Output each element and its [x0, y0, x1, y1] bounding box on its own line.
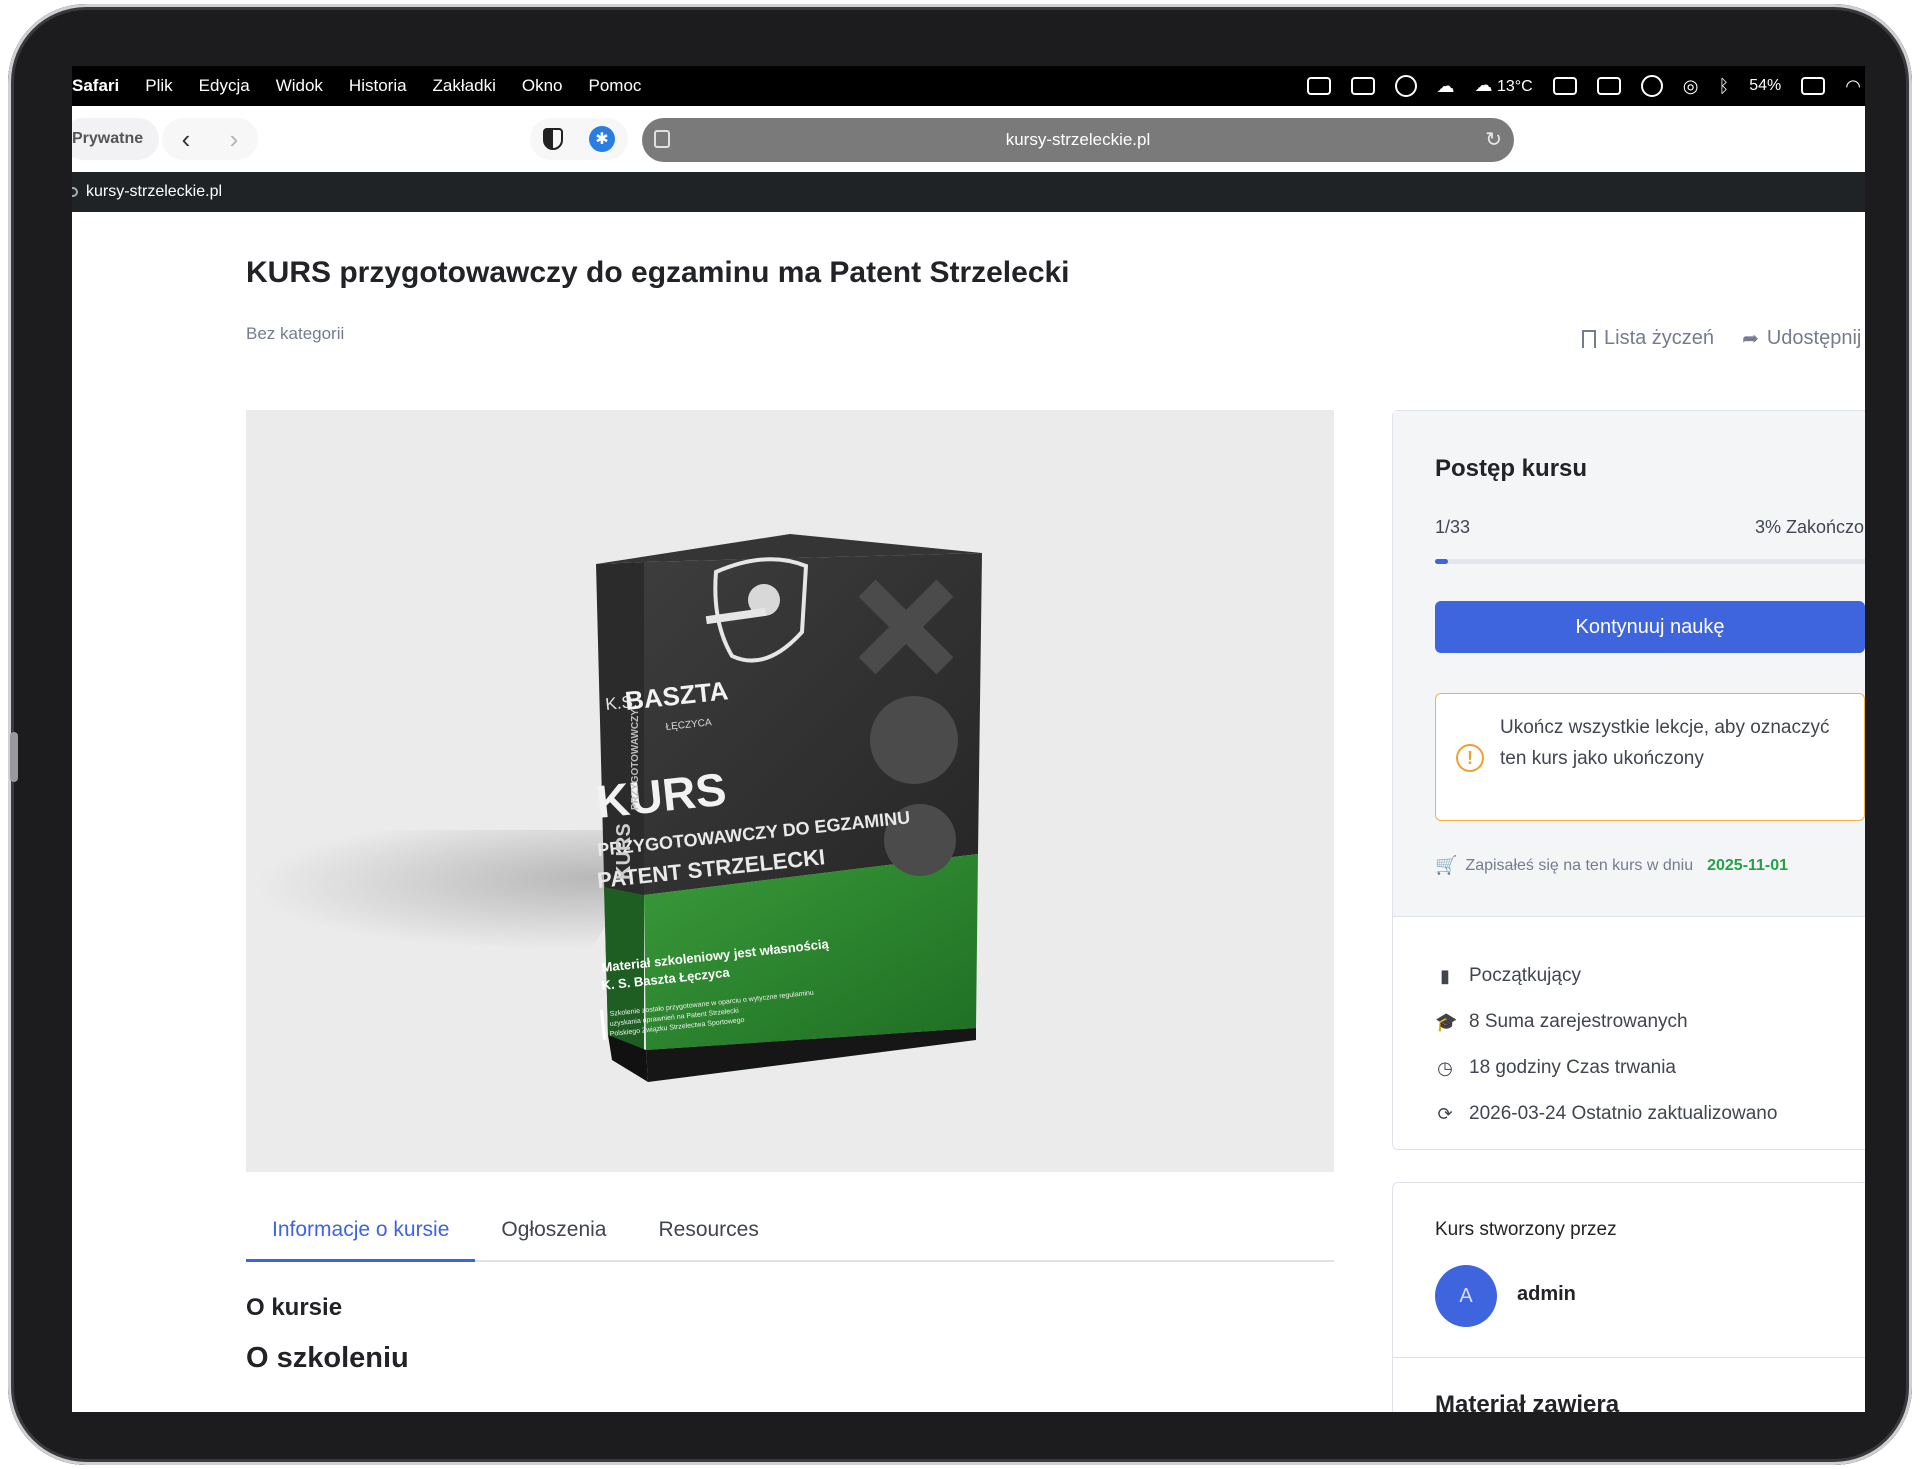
progress-title: Postęp kursu: [1435, 455, 1588, 482]
temperature: 13°C: [1496, 78, 1533, 95]
meta-enrolled-text: 8 Suma zarejestrowanych: [1469, 1011, 1688, 1032]
green-divider: [600, 1009, 607, 1040]
avatar[interactable]: A: [1435, 1265, 1497, 1327]
warning-icon: !: [1456, 744, 1484, 772]
meta-enrolled: 🎓 8 Suma zarejestrowanych: [1435, 999, 1777, 1045]
box-side-title: KURS: [613, 823, 635, 880]
navigation-buttons: ‹ ›: [162, 118, 258, 160]
course-actions: Lista życzeń ➦ Udostępnij: [1582, 326, 1861, 351]
back-icon[interactable]: ‹: [182, 126, 191, 152]
screen-mirror-icon[interactable]: [1306, 77, 1331, 95]
reload-icon[interactable]: ↻: [1485, 127, 1502, 152]
progress-count: 1/33: [1435, 517, 1471, 537]
card-divider: [1393, 1357, 1865, 1358]
download-icon[interactable]: [1552, 77, 1577, 95]
meta-level: ▮ Początkujący: [1435, 953, 1777, 999]
progress-card: Postęp kursu 1/33 3% Zakończone Kontynuu…: [1392, 410, 1865, 1150]
browser-toolbar: Prywatne ‹ › ✱ kursy-strzeleckie.pl ↻: [72, 106, 1865, 172]
menu-okno[interactable]: Okno: [522, 76, 563, 96]
wishlist-label: Lista życzeń: [1604, 327, 1715, 349]
meta-updated-text: 2026-03-24 Ostatnio zaktualizowano: [1469, 1103, 1778, 1124]
private-mode-button[interactable]: Prywatne: [72, 118, 160, 160]
status-area: ☁ ☁ 13°C ◎ ᛒ 54% ◠: [1306, 66, 1865, 106]
airdrop-icon[interactable]: ◎: [1683, 77, 1699, 95]
extension-buttons: ✱: [530, 118, 628, 160]
battery-percent: 54%: [1749, 77, 1782, 94]
accessibility-icon[interactable]: ✱: [589, 126, 615, 152]
share-icon: ➦: [1742, 328, 1759, 350]
share-button[interactable]: ➦ Udostępnij: [1742, 326, 1861, 351]
tab-title[interactable]: kursy-strzeleckie.pl: [86, 183, 222, 201]
menu-widok[interactable]: Widok: [276, 76, 323, 96]
window-icon[interactable]: [1596, 77, 1621, 95]
menu-plik[interactable]: Plik: [145, 76, 172, 96]
bookmark-icon: [1582, 329, 1596, 348]
progress-section: Postęp kursu 1/33 3% Zakończone Kontynuu…: [1393, 411, 1865, 917]
author-name[interactable]: admin: [1517, 1283, 1576, 1306]
cloud-sync-icon[interactable]: ☁: [1437, 77, 1455, 95]
clock-icon: ◷: [1437, 1057, 1453, 1078]
refresh-icon: ⟳: [1437, 1103, 1453, 1124]
about-heading: O kursie: [246, 1294, 343, 1321]
weather-widget[interactable]: ☁ 13°C: [1475, 76, 1533, 96]
course-tabs: Informacje o kursie Ogłoszenia Resources: [246, 1208, 1334, 1262]
screen: Safari Plik Edycja Widok Historia Zakład…: [72, 66, 1865, 1412]
course-title: KURS przygotowawczy do egzaminu ma Paten…: [246, 256, 1070, 289]
enrollment-info: 🛒 Zapisałeś się na ten kurs w dniu 2025-…: [1435, 855, 1788, 876]
tab-bar: kursy-strzeleckie.pl: [72, 172, 1865, 212]
continue-learning-button[interactable]: Kontynuuj naukę: [1435, 601, 1865, 653]
notice-text: Ukończ wszystkie lekcje, aby oznaczyć te…: [1500, 717, 1830, 769]
share-label: Udostępnij: [1766, 327, 1862, 349]
page-content: KURS przygotowawczy do egzaminu ma Paten…: [72, 212, 1865, 1412]
remote-desktop-icon[interactable]: [1350, 77, 1375, 95]
privacy-shield-icon[interactable]: [543, 128, 563, 150]
author-card: Kurs stworzony przez A admin Materiał za…: [1392, 1182, 1865, 1412]
graduation-cap-icon: 🎓: [1435, 1011, 1458, 1032]
meta-duration-text: 18 godziny Czas trwania: [1469, 1057, 1676, 1078]
box-side-sub: PRZYGOTOWAWCZY: [630, 709, 641, 810]
battery-icon[interactable]: [1801, 77, 1826, 95]
training-heading: O szkoleniu: [246, 1342, 409, 1374]
meta-level-text: Początkujący: [1469, 965, 1581, 986]
menu-safari[interactable]: Safari: [72, 76, 119, 96]
product-box-illustration: K.S. BASZTA ŁĘCZYCA KURS PRZYGOTOWAWCZY …: [594, 534, 982, 1082]
side-button: [10, 732, 18, 782]
wifi-icon[interactable]: ◠: [1845, 77, 1861, 95]
activity-icon[interactable]: [1394, 75, 1417, 97]
menu-edycja[interactable]: Edycja: [199, 76, 250, 96]
meta-duration: ◷ 18 godziny Czas trwania: [1435, 1045, 1777, 1091]
tab-course-info[interactable]: Informacje o kursie: [246, 1208, 476, 1262]
page-menu-icon[interactable]: [654, 130, 670, 148]
tab-announcements[interactable]: Ogłoszenia: [475, 1208, 632, 1262]
cart-icon: 🛒: [1435, 855, 1458, 875]
level-bars-icon: ▮: [1440, 965, 1450, 986]
course-meta: ▮ Początkujący 🎓 8 Suma zarejestrowanych…: [1435, 953, 1777, 1137]
meta-updated: ⟳ 2026-03-24 Ostatnio zaktualizowano: [1435, 1091, 1777, 1137]
play-icon[interactable]: [1640, 75, 1663, 97]
favicon-icon: [72, 187, 78, 197]
progress-bar: [1435, 559, 1865, 564]
progress-bar-fill: [1435, 559, 1449, 564]
bluetooth-icon[interactable]: ᛒ: [1718, 77, 1729, 95]
completion-notice: ! Ukończ wszystkie lekcje, aby oznaczyć …: [1435, 693, 1865, 821]
enrolled-date: 2025-11-01: [1707, 856, 1789, 874]
enrolled-text: Zapisałeś się na ten kurs w dniu: [1465, 856, 1694, 874]
menu-pomoc[interactable]: Pomoc: [589, 76, 642, 96]
menu-bar: Safari Plik Edycja Widok Historia Zakład…: [72, 66, 1865, 106]
tablet-frame: Safari Plik Edycja Widok Historia Zakład…: [8, 4, 1912, 1465]
forward-icon[interactable]: ›: [230, 126, 239, 152]
menu-zakladki[interactable]: Zakładki: [433, 76, 496, 96]
material-heading: Materiał zawiera: [1435, 1391, 1620, 1412]
course-category[interactable]: Bez kategorii: [246, 324, 344, 344]
menu-items: Safari Plik Edycja Widok Historia Zakład…: [72, 76, 667, 96]
url-text: kursy-strzeleckie.pl: [1005, 130, 1151, 149]
cloud-icon: ☁: [1474, 75, 1493, 95]
wishlist-button[interactable]: Lista życzeń: [1582, 326, 1714, 351]
menu-historia[interactable]: Historia: [349, 76, 407, 96]
address-bar[interactable]: kursy-strzeleckie.pl ↻: [642, 118, 1514, 162]
course-thumbnail: K.S. BASZTA ŁĘCZYCA KURS PRZYGOTOWAWCZY …: [246, 410, 1334, 1172]
progress-percent: 3% Zakończone: [1755, 517, 1865, 537]
author-label: Kurs stworzony przez: [1435, 1219, 1617, 1240]
tab-resources[interactable]: Resources: [632, 1208, 784, 1262]
